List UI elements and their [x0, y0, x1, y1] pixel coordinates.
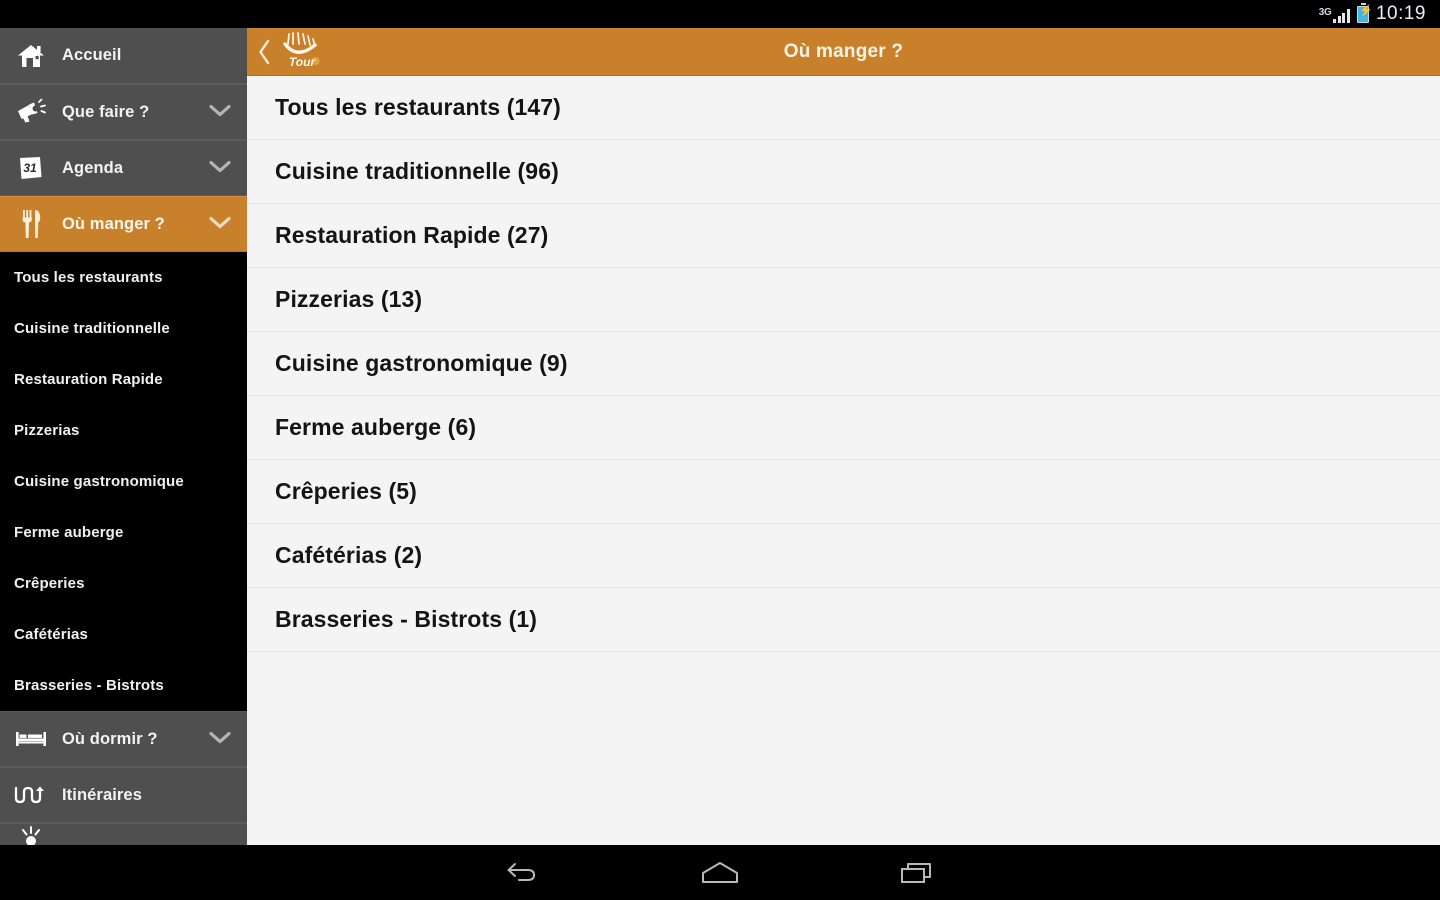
sun-icon — [8, 824, 54, 845]
list-item-label: Cuisine traditionnelle (96) — [275, 158, 559, 184]
list-item[interactable]: Ferme auberge (6) — [247, 396, 1440, 460]
submenu-item-label: Cuisine gastronomique — [14, 473, 184, 490]
submenu-item[interactable]: Cafétérias — [0, 609, 247, 660]
sidebar-navigation[interactable]: Accueil Que faire ? 31 Agenda Où manger … — [0, 28, 247, 845]
submenu-item[interactable]: Tous les restaurants — [0, 252, 247, 303]
submenu-item-label: Tous les restaurants — [14, 269, 163, 286]
page-title: Où manger ? — [783, 40, 904, 62]
back-arrow-icon[interactable] — [492, 851, 552, 895]
list-item-label: Cafétérias (2) — [275, 542, 423, 568]
chevron-down-icon[interactable] — [209, 216, 231, 230]
svg-text:Tour: Tour — [289, 55, 317, 69]
list-item[interactable]: Cafétérias (2) — [247, 524, 1440, 588]
submenu-item-label: Brasseries - Bistrots — [14, 677, 164, 694]
submenu-item-label: Cafétérias — [14, 626, 89, 643]
signal-bars-icon: 3G — [1319, 5, 1350, 23]
submenu-item[interactable]: Brasseries - Bistrots — [0, 660, 247, 711]
svg-text:31: 31 — [23, 161, 37, 175]
signal-strength-bars — [1333, 8, 1350, 23]
recents-icon[interactable] — [888, 851, 948, 895]
sidebar-item-label: Que faire ? — [62, 102, 150, 121]
status-bar: 3G 10:19 — [0, 0, 1440, 28]
bed-icon — [8, 727, 54, 751]
battery-charging-icon — [1356, 2, 1373, 23]
list-item-label: Cuisine gastronomique (9) — [275, 350, 568, 376]
list-item-label: Ferme auberge (6) — [275, 414, 477, 440]
chevron-down-icon[interactable] — [209, 104, 231, 118]
sidebar-item-label: Agenda — [62, 158, 124, 177]
submenu-item-label: Restauration Rapide — [14, 371, 163, 388]
submenu-item[interactable]: Crêperies — [0, 558, 247, 609]
app-bar: Tour Où manger ? — [247, 28, 1440, 76]
sidebar-item-label: Où dormir ? — [62, 729, 158, 748]
submenu-item[interactable]: Restauration Rapide — [0, 354, 247, 405]
list-item[interactable]: Pizzerias (13) — [247, 268, 1440, 332]
restaurant-category-list: Tous les restaurants (147) Cuisine tradi… — [247, 76, 1440, 652]
sidebar-item-accueil[interactable]: Accueil — [0, 28, 247, 84]
submenu-item-label: Cuisine traditionnelle — [14, 320, 170, 337]
calendar-31-icon: 31 — [8, 154, 54, 182]
submenu-item-label: Ferme auberge — [14, 524, 124, 541]
home-icon — [8, 43, 54, 69]
sidebar-submenu-restaurants[interactable]: Tous les restaurants Cuisine traditionne… — [0, 252, 247, 711]
sidebar-item-ou-manger[interactable]: Où manger ? — [0, 196, 247, 252]
list-item[interactable]: Brasseries - Bistrots (1) — [247, 588, 1440, 652]
list-item[interactable]: Crêperies (5) — [247, 460, 1440, 524]
sidebar-item-itineraires[interactable]: Itinéraires — [0, 767, 247, 823]
list-item[interactable]: Cuisine gastronomique (9) — [247, 332, 1440, 396]
content-panel: Tour Où manger ? Tous les restaurants (1… — [247, 28, 1440, 845]
sidebar-item-label: Accueil — [62, 46, 122, 64]
submenu-item[interactable]: Cuisine traditionnelle — [0, 303, 247, 354]
list-item-label: Tous les restaurants (147) — [275, 94, 561, 120]
list-item[interactable]: Cuisine traditionnelle (96) — [247, 140, 1440, 204]
back-chevron-icon[interactable] — [247, 39, 277, 65]
android-nav-bar — [0, 845, 1440, 900]
megaphone-icon — [8, 98, 54, 126]
network-type-label: 3G — [1318, 7, 1332, 18]
sidebar-item-partial[interactable] — [0, 823, 247, 845]
device-screen: 3G 10:19 Accueil — [0, 0, 1440, 900]
submenu-item-label: Crêperies — [14, 575, 85, 592]
sidebar-item-label: Où manger ? — [62, 214, 165, 233]
cutlery-icon — [8, 208, 54, 240]
sidebar-item-agenda[interactable]: 31 Agenda — [0, 140, 247, 196]
list-item-label: Brasseries - Bistrots (1) — [275, 606, 537, 632]
list-item-label: Pizzerias (13) — [275, 286, 423, 312]
list-item-label: Crêperies (5) — [275, 478, 417, 504]
list-item[interactable]: Restauration Rapide (27) — [247, 204, 1440, 268]
home-pentagon-icon[interactable] — [690, 851, 750, 895]
status-clock: 10:19 — [1375, 3, 1426, 24]
list-item-label: Restauration Rapide (27) — [275, 222, 549, 248]
submenu-item[interactable]: Ferme auberge — [0, 507, 247, 558]
list-item[interactable]: Tous les restaurants (147) — [247, 76, 1440, 140]
submenu-item-label: Pizzerias — [14, 422, 80, 439]
winding-road-icon — [8, 783, 54, 807]
sidebar-item-ou-dormir[interactable]: Où dormir ? — [0, 711, 247, 767]
sidebar-item-que-faire[interactable]: Que faire ? — [0, 84, 247, 140]
submenu-item[interactable]: Cuisine gastronomique — [0, 456, 247, 507]
chevron-down-icon[interactable] — [209, 160, 231, 174]
chevron-down-icon[interactable] — [209, 731, 231, 745]
submenu-item[interactable]: Pizzerias — [0, 405, 247, 456]
smile-logo-icon[interactable]: Tour — [279, 28, 331, 76]
sidebar-item-label: Itinéraires — [62, 785, 142, 804]
